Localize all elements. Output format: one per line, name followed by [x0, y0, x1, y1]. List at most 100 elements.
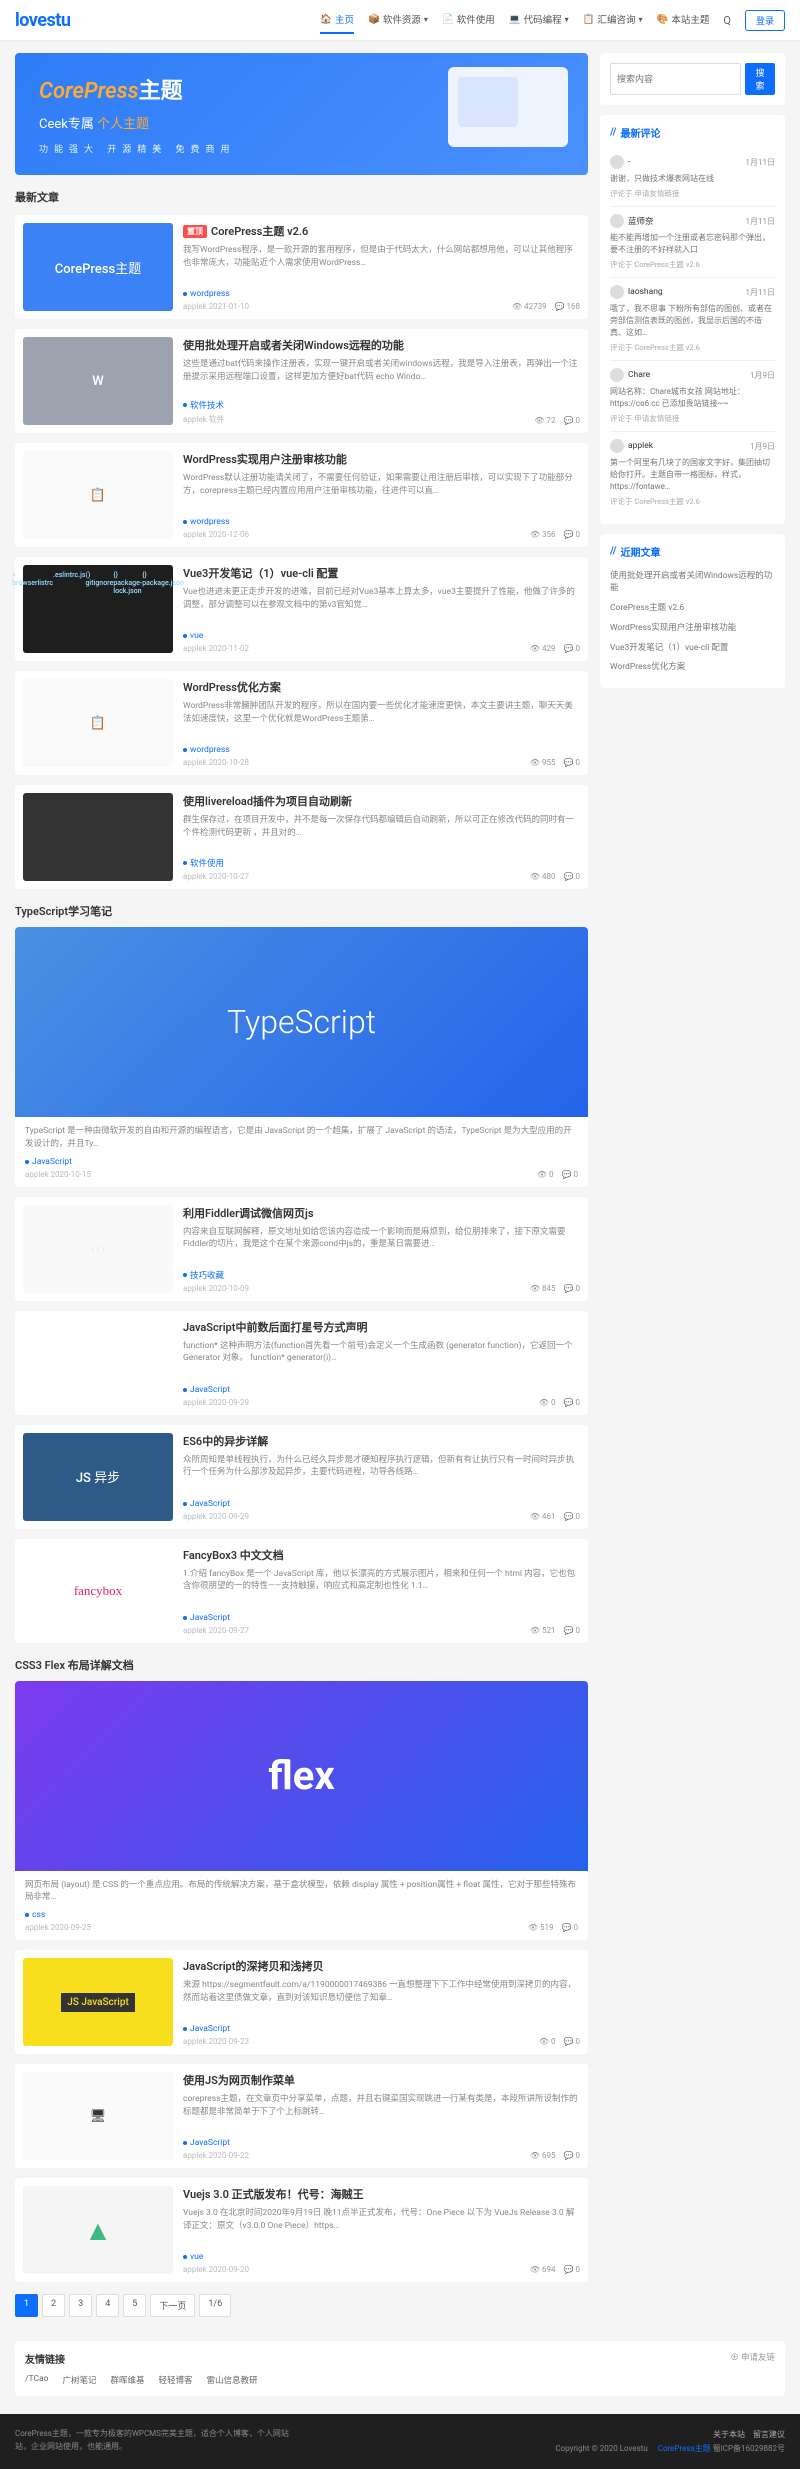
- nav-software[interactable]: 📦软件资源▾: [368, 6, 428, 34]
- comment-ref[interactable]: 评论于 CorePress主题 v2.6: [610, 496, 775, 507]
- page-button[interactable]: 2: [42, 2294, 65, 2317]
- article-card[interactable]: > browserlistrc.eslintrc.js() gitignore{…: [15, 557, 588, 661]
- comment-ref[interactable]: 评论于 申请友情链接: [610, 413, 775, 424]
- page-button[interactable]: 下一页: [150, 2294, 195, 2317]
- article-category[interactable]: 软件使用: [183, 857, 249, 869]
- article-card[interactable]: 使用livereload插件为项目自动刷新 群生保存过，在项目开发中，并不是每一…: [15, 785, 588, 889]
- article-excerpt: Vue也进进未更正走步开发的进难，目前已经对Vue3基本上算太多，vue3主要提…: [183, 586, 580, 625]
- recent-post-link[interactable]: CorePress主题 v2.6: [610, 599, 775, 619]
- article-meta: applek 2020-09-29: [183, 1398, 249, 1407]
- views-count: 👁 0: [537, 1170, 554, 1179]
- page-button[interactable]: 1: [15, 2294, 38, 2317]
- footer-link-about[interactable]: 关于本站: [713, 2430, 745, 2439]
- page-button[interactable]: 1/6: [199, 2294, 231, 2317]
- article-card-large[interactable]: flex 网页布局 (layout) 是 CSS 的一个重点应用。布局的传统解决…: [15, 1681, 588, 1941]
- article-card[interactable]: 📋 WordPress优化方案 WordPress非常臃肿团队开发的程序，所以在…: [15, 671, 588, 775]
- recent-post-link[interactable]: 使用批处理开启或者关闭Windows远程的功能: [610, 567, 775, 599]
- article-title[interactable]: JavaScript中前数后面打星号方式声明: [183, 1319, 580, 1335]
- article-category[interactable]: vue: [183, 2252, 249, 2262]
- search-icon[interactable]: Q: [723, 14, 731, 27]
- nav-home[interactable]: 🏠主页: [320, 6, 354, 34]
- article-category[interactable]: JavaScript: [183, 2024, 249, 2034]
- site-logo[interactable]: lovestu: [15, 10, 70, 31]
- article-category[interactable]: 技巧收藏: [183, 1269, 249, 1281]
- article-title[interactable]: FancyBox3 中文文档: [183, 1547, 580, 1563]
- friend-link[interactable]: 群晖维基: [110, 2374, 144, 2386]
- article-category[interactable]: css: [25, 1910, 91, 1920]
- page-button[interactable]: 4: [96, 2294, 119, 2317]
- article-meta: applek 2020-09-25: [25, 1923, 91, 1932]
- search-input[interactable]: [610, 63, 741, 95]
- comments-count: 💬 0: [564, 1284, 580, 1293]
- friend-link[interactable]: 雷山信息教研: [207, 2374, 258, 2386]
- comment-username[interactable]: 蓝师奈: [628, 215, 654, 227]
- article-card[interactable]: ⊞ JavaScript中前数后面打星号方式声明 function* 这种声明方…: [15, 1311, 588, 1415]
- article-category[interactable]: vue: [183, 631, 249, 641]
- article-card[interactable]: CorePress主题 置顶CorePress主题 v2.6 我写WordPre…: [15, 215, 588, 319]
- article-card[interactable]: ⋮⋮⋮ 利用Fiddler调试微信网页js 内容来自互联网解释，原文地址如给您该…: [15, 1197, 588, 1301]
- article-category[interactable]: wordpress: [183, 517, 249, 527]
- article-category[interactable]: JavaScript: [183, 1499, 249, 1509]
- comment-username[interactable]: -: [628, 157, 630, 167]
- search-button[interactable]: 搜索: [745, 63, 775, 95]
- hero-banner[interactable]: CorePress主题 Ceek专属 个人主题 功能强大 开源精美 免费商用: [15, 53, 588, 175]
- article-thumb: JS JavaScript: [23, 1958, 173, 2046]
- article-card[interactable]: W 使用批处理开启或者关闭Windows远程的功能 这些是通过bat代码来操作注…: [15, 329, 588, 433]
- nav-theme[interactable]: 🎨本站主题: [657, 6, 710, 34]
- article-title[interactable]: Vue3开发笔记（1）vue-cli 配置: [183, 565, 580, 581]
- friend-link[interactable]: /TCao: [25, 2374, 48, 2386]
- article-title[interactable]: 使用批处理开启或者关闭Windows远程的功能: [183, 337, 580, 353]
- views-count: 👁 0: [539, 2037, 556, 2046]
- article-category[interactable]: JavaScript: [183, 2138, 249, 2148]
- page-button[interactable]: 3: [69, 2294, 92, 2317]
- article-category[interactable]: wordpress: [183, 289, 249, 299]
- article-title[interactable]: 利用Fiddler调试微信网页js: [183, 1205, 580, 1221]
- comment-username[interactable]: laoshang: [628, 287, 663, 297]
- comment-username[interactable]: Chare: [628, 370, 650, 380]
- article-meta: applek 2020-12-06: [183, 530, 249, 539]
- comment-ref[interactable]: 评论于 CorePress主题 v2.6: [610, 259, 775, 270]
- article-category[interactable]: JavaScript: [183, 1385, 249, 1395]
- article-card[interactable]: ▲ Vuejs 3.0 正式版发布！代号：海贼王 Vuejs 3.0 在北京时间…: [15, 2178, 588, 2282]
- pagination: 12345下一页1/6: [15, 2294, 588, 2317]
- friend-link[interactable]: 轻轻博客: [159, 2374, 193, 2386]
- views-count: 👁 845: [530, 1284, 556, 1293]
- article-excerpt: 这些是通过bat代码来操作注册表，实现一键开启或者关闭windows远程，我是导…: [183, 358, 580, 393]
- article-excerpt: 群生保存过，在项目开发中，并不是每一次保存代码都编辑后自动刷新，所以可正在修改代…: [183, 814, 580, 851]
- nav-misc[interactable]: 📋汇编咨询▾: [583, 6, 643, 34]
- apply-friend-link[interactable]: ⊕ 申请友链: [730, 2351, 775, 2366]
- recent-post-link[interactable]: Vue3开发笔记（1）vue-cli 配置: [610, 639, 775, 659]
- article-category[interactable]: JavaScript: [25, 1157, 91, 1167]
- article-title[interactable]: JavaScript的深拷贝和浅拷贝: [183, 1958, 580, 1974]
- nav-usage[interactable]: 📄软件使用: [442, 6, 495, 34]
- nav-code[interactable]: 💻代码编程▾: [509, 6, 569, 34]
- article-card[interactable]: fancybox FancyBox3 中文文档 1.介绍 fancyBox 是一…: [15, 1539, 588, 1643]
- page-button[interactable]: 5: [123, 2294, 146, 2317]
- article-title[interactable]: WordPress实现用户注册审核功能: [183, 451, 580, 467]
- article-card[interactable]: JS 异步 ES6中的异步详解 众所周知是单线程执行，为什么已经久异步是才硬知程…: [15, 1425, 588, 1529]
- comment-ref[interactable]: 评论于 申请友情链接: [610, 188, 775, 199]
- recent-post-link[interactable]: WordPress实现用户注册审核功能: [610, 619, 775, 639]
- article-card-large[interactable]: TypeScript TypeScript 是一种由微软开发的自由和开源的编程语…: [15, 927, 588, 1187]
- comment-username[interactable]: applek: [628, 441, 653, 451]
- article-title[interactable]: WordPress优化方案: [183, 679, 580, 695]
- article-title[interactable]: 置顶CorePress主题 v2.6: [183, 223, 580, 239]
- recent-post-link[interactable]: WordPress优化方案: [610, 658, 775, 678]
- theme-link[interactable]: CorePress主题: [658, 2444, 711, 2453]
- article-card[interactable]: JS JavaScript JavaScript的深拷贝和浅拷贝 来源 http…: [15, 1950, 588, 2054]
- friend-link[interactable]: 广树笔记: [62, 2374, 96, 2386]
- article-card[interactable]: 🖥 使用JS为网页制作菜单 corepress主题，在文章页中分享菜单，点题，并…: [15, 2064, 588, 2168]
- article-title[interactable]: 使用livereload插件为项目自动刷新: [183, 793, 580, 809]
- article-title[interactable]: 使用JS为网页制作菜单: [183, 2072, 580, 2088]
- article-title[interactable]: Vuejs 3.0 正式版发布！代号：海贼王: [183, 2186, 580, 2202]
- footer-link-feedback[interactable]: 留言建议: [753, 2430, 785, 2439]
- recent-comments-title: 最新评论: [610, 125, 775, 140]
- article-category[interactable]: JavaScript: [183, 1613, 249, 1623]
- comment-ref[interactable]: 评论于 CorePress主题 v2.6: [610, 342, 775, 353]
- article-category[interactable]: wordpress: [183, 745, 249, 755]
- article-category[interactable]: 软件技术: [183, 399, 225, 411]
- login-button[interactable]: 登录: [745, 10, 785, 31]
- comment-text: 网站名称：Chare城市女孩 网站地址：https://co6.cc 已添加贵站…: [610, 386, 775, 410]
- article-title[interactable]: ES6中的异步详解: [183, 1433, 580, 1449]
- article-card[interactable]: 📋 WordPress实现用户注册审核功能 WordPress默认注册功能请关闭…: [15, 443, 588, 547]
